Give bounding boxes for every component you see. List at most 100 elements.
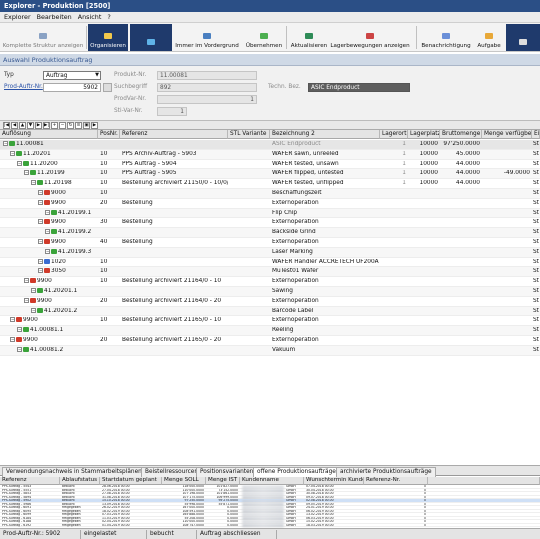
nav-refresh-button[interactable]: ↻ [67,122,74,129]
nav-next-page-button[interactable]: ▶ [91,122,98,129]
col-aufloesung[interactable]: Auflösung [0,130,98,139]
tree-row[interactable]: − 1020 10 WAFER Handler ACCRETECH UF200A St [0,258,540,268]
status-abschliessen[interactable]: Auftrag abschliessen [200,531,261,537]
expand-toggle-icon[interactable]: − [10,150,15,156]
grid-row[interactable]: PPS Auftrag - 6192 freigegeben 01.04.2019 … [0,524,540,527]
prodauftr-input[interactable]: 5902 [43,83,101,92]
expand-toggle-icon[interactable]: − [10,337,15,342]
tree-row[interactable]: − 11.20199 10 PPS Auftrag - 5905 WAFER flipp… [0,169,540,180]
menu-ansicht[interactable]: Ansicht [78,13,102,21]
tree-row[interactable]: − 9900 10 Bestellung archiviert 21165/0 - 1… [0,316,540,327]
tree-row[interactable]: − 9900 10 Bestellung archiviert 21164/0 - 1… [0,277,540,287]
expand-toggle-icon[interactable]: − [38,190,43,195]
organisieren-button[interactable]: Organisieren [88,24,128,51]
expand-toggle-icon[interactable]: − [38,199,43,205]
col-stl-variante[interactable]: STL Variante [228,130,270,139]
tree-node[interactable]: − 41.00081.1 [17,327,98,333]
aufgabe-button[interactable]: Aufgabe [474,24,504,51]
tree-row[interactable]: − 41.20199.2 Backside Grind St [0,228,540,238]
expand-toggle-icon[interactable]: − [45,229,50,235]
grid-col-menge-ist[interactable]: Menge IST [206,477,240,485]
expand-toggle-icon[interactable]: − [31,288,36,293]
col-bruttomenge[interactable]: Bruttomenge [440,130,482,139]
expand-toggle-icon[interactable]: − [17,327,22,333]
tree-row[interactable]: − 41.20201.1 Sawing St [0,287,540,297]
tree-node[interactable]: − 9900 [38,199,98,206]
tree-row[interactable]: − 41.00081.2 Vakuum St [0,345,540,356]
aktualisieren-button[interactable]: Aktualisieren [288,24,330,51]
grid-col-referenz-nr[interactable]: Referenz-Nr. [364,477,428,485]
lagerbewegungen-button[interactable]: Lagerbewegungen anzeigen [330,24,410,51]
nav-collapse-button[interactable]: − [59,122,66,129]
tree-row[interactable]: − 9900 40 Bestellung Externoperation St [0,238,540,248]
tree-node[interactable]: − 11.20200 [17,160,98,167]
tab-archivierte-auftraege[interactable]: archivierte Produktionsaufträge [336,467,436,477]
tree-node[interactable]: − 11.20201 [10,150,98,157]
expand-toggle-icon[interactable]: − [10,317,15,323]
menu-bearbeiten[interactable]: Bearbeiten [37,13,72,21]
tab-beistellressourcen[interactable]: Beistellressourcen [141,467,203,477]
tree-row[interactable]: − 9900 20 Bestellung Externoperation St [0,199,540,209]
menu-explorer[interactable]: Explorer [4,13,31,21]
tree-row[interactable]: − 41.20199.1 Flip Chip St [0,208,540,219]
tree-row[interactable]: − 3050 10 MuTest01 Wafer St [0,267,540,278]
expand-toggle-icon[interactable]: − [31,307,36,313]
expand-toggle-icon[interactable]: − [17,346,22,352]
nav-down-button[interactable]: ▼ [27,122,34,129]
tree-row[interactable]: − 11.20200 10 PPS Auftrag - 5904 WAFER teste… [0,160,540,170]
expand-toggle-icon[interactable]: − [38,268,43,274]
tree-node[interactable]: − 41.20201.1 [31,288,98,294]
tree-node[interactable]: − 11.00081 [3,141,98,147]
tree-node[interactable]: − 9900 [24,278,98,284]
tree-row[interactable]: − 11.20198 10 Bestellung archiviert 21150/0… [0,179,540,189]
prodauftr-label[interactable]: Prod-Auftr-Nr. [4,84,43,90]
tree-row[interactable]: − 9900 30 Bestellung Externoperation St [0,218,540,229]
immer-vordergrund-button[interactable]: Immer im Vordergrund [174,24,240,51]
nav-filter-button[interactable]: ≡ [75,122,82,129]
tree-node[interactable]: − 9900 [10,337,98,343]
benachrichtigung-button[interactable]: Benachrichtigung [420,24,472,51]
nav-expand-button[interactable]: + [51,122,58,129]
tree-node[interactable]: − 9900 [38,219,98,225]
lookup-button[interactable] [103,83,112,92]
tree-node[interactable]: − 9000 [38,190,98,196]
tree-node[interactable]: − 3050 [38,268,98,274]
col-lagerort[interactable]: Lagerort [380,130,408,139]
col-lagerplatz[interactable]: Lagerplatz [408,130,440,139]
tree-row[interactable]: − 9900 20 Bestellung archiviert 21165/0 - 2… [0,336,540,346]
nav-up-button[interactable]: ▲ [19,122,26,129]
expand-toggle-icon[interactable]: − [24,278,29,284]
grid-col-ablaufstatus[interactable]: Ablaufstatus [60,477,100,485]
tree-node[interactable]: − 41.20199.3 [45,248,98,255]
tree-row[interactable]: − 41.20199.3 Laser Marking St [0,247,540,258]
tree-node[interactable]: − 11.20199 [24,170,98,176]
expand-toggle-icon[interactable]: − [31,180,36,186]
tree-row[interactable]: − 11.00081 ASIC Endproduct 1 10000 97'250.000… [0,140,540,150]
toolbar-icon-button[interactable] [130,24,172,51]
typ-select[interactable]: Auftrag ▼ [43,71,101,80]
tree-node[interactable]: − 9900 [10,317,98,323]
expand-toggle-icon[interactable]: − [45,209,50,215]
nav-last-button[interactable]: ▶| [43,122,50,129]
tree-node[interactable]: − 41.00081.2 [17,346,98,353]
tree-row[interactable]: − 9900 20 Bestellung archiviert 21164/0 - 2… [0,297,540,307]
tree-node[interactable]: − 41.20199.1 [45,209,98,216]
tab-verwendungsnachweis[interactable]: Verwendungsnachweis in Stammarbeitspläne… [2,467,146,477]
nav-print-button[interactable]: ▣ [83,122,90,129]
col-menge-verfuegbar[interactable]: Menge verfügber [482,130,532,139]
expand-toggle-icon[interactable]: − [17,160,22,166]
expand-toggle-icon[interactable]: − [24,170,29,176]
tab-offene-auftraege[interactable]: offene Produktionsaufträge [253,467,340,477]
tree-row[interactable]: − 41.00081.1 Reeling St [0,326,540,336]
col-bezeichnung[interactable]: Bezeichnung 2 [270,130,380,139]
grid-col-kundenname[interactable]: Kundenname [240,477,304,485]
tree-node[interactable]: − 9900 [24,297,98,304]
col-posnr[interactable]: PosNr. [98,130,120,139]
tree-node[interactable]: − 41.20201.2 [31,307,98,314]
expand-toggle-icon[interactable]: − [38,239,43,244]
col-ei[interactable]: Ei [532,130,540,139]
tree-row[interactable]: − 9000 10 Beschaffungszeit St [0,189,540,199]
grid-col-wunschtermin[interactable]: Wunschtermin Kunde [304,477,364,485]
grid-col-menge-soll[interactable]: Menge SOLL [162,477,206,485]
tree-node[interactable]: − 41.20199.2 [45,229,98,235]
